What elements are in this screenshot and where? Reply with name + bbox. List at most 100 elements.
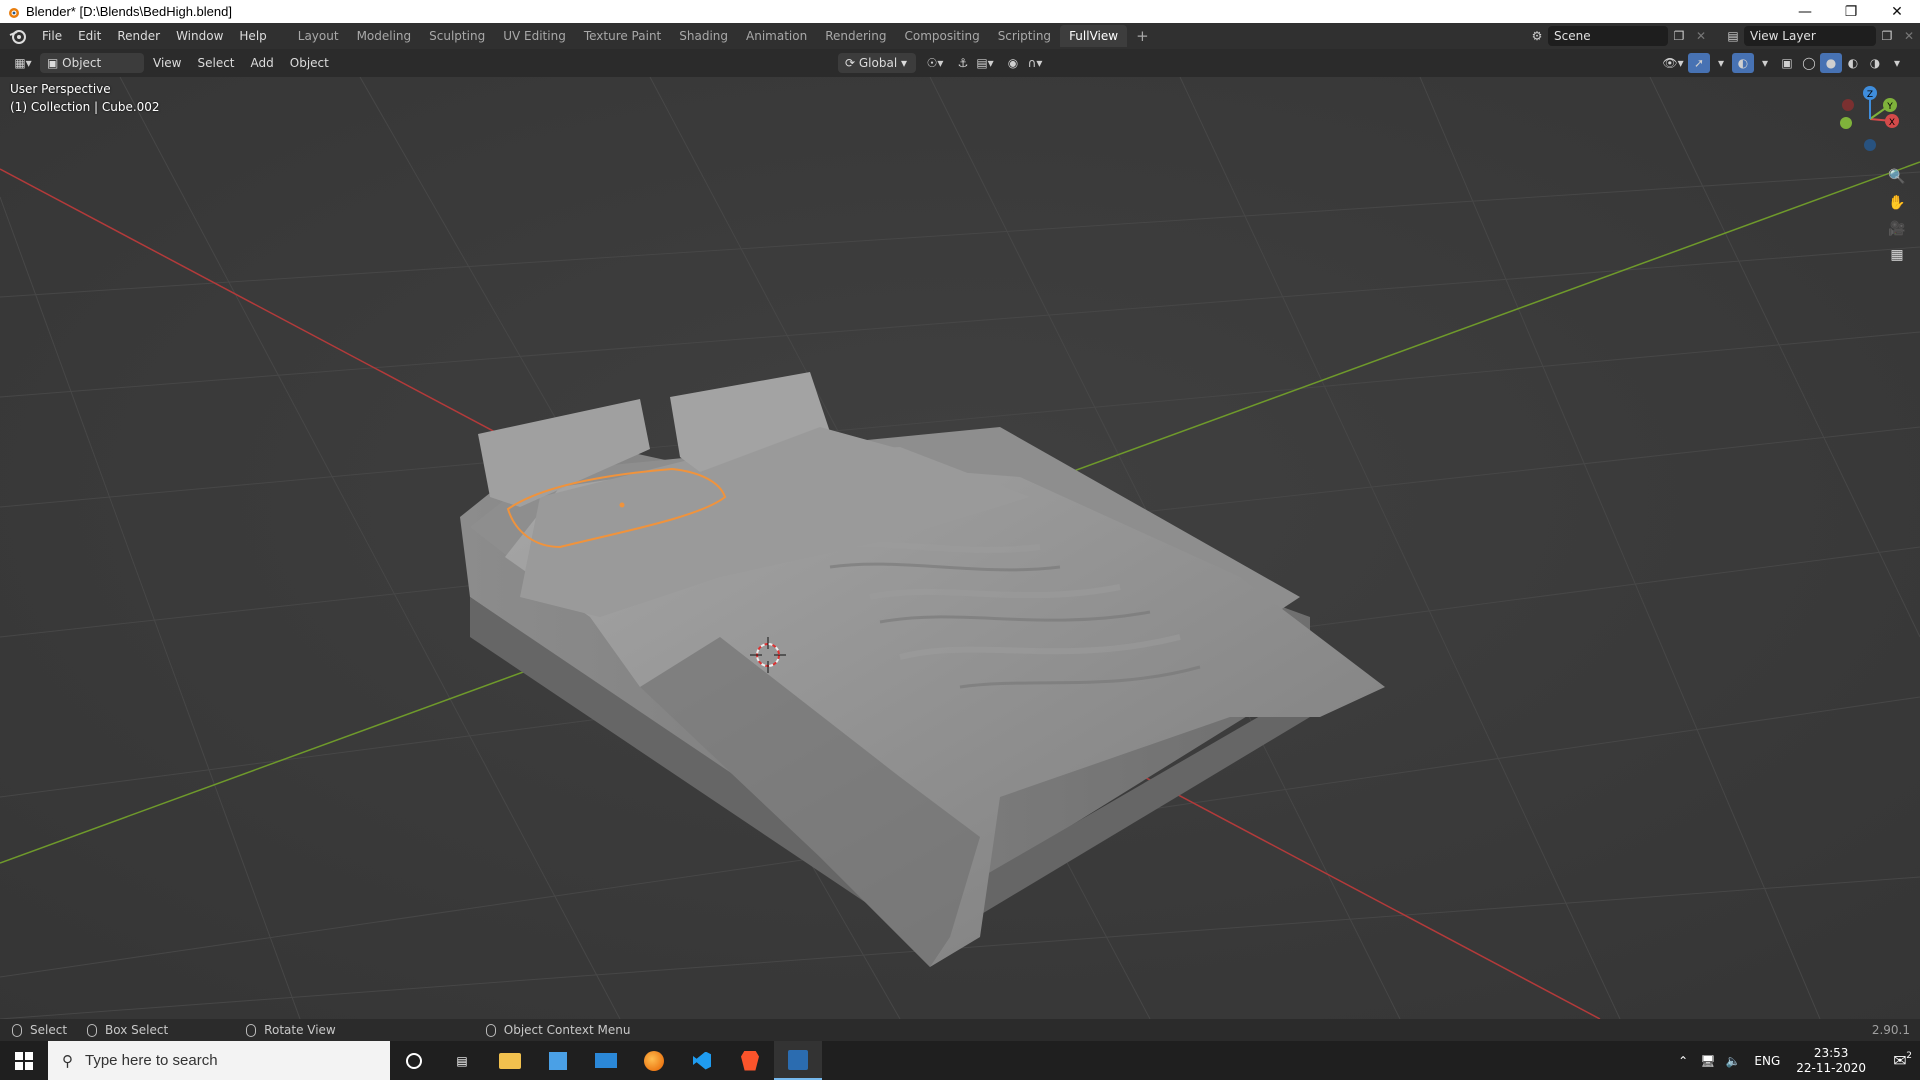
workspace-tab-uv-editing[interactable]: UV Editing — [494, 25, 575, 47]
transform-orientation-dropdown[interactable]: ⟳ Global ▾ — [838, 53, 916, 73]
viewport-menu-select[interactable]: Select — [190, 53, 241, 73]
status-select-label: Select — [30, 1023, 68, 1037]
scene-selector-icon[interactable]: ⚙ — [1526, 26, 1548, 46]
menu-window[interactable]: Window — [168, 25, 231, 47]
gizmo-y-label: Y — [1886, 102, 1893, 112]
workspace-tab-texture-paint[interactable]: Texture Paint — [575, 25, 670, 47]
restore-button[interactable]: ❐ — [1828, 0, 1874, 23]
overlays-toggle-icon[interactable]: ◐ — [1732, 53, 1754, 73]
task-view-button[interactable]: ▤ — [438, 1041, 486, 1080]
transform-orientation-label: Global — [858, 56, 898, 70]
viewport-menu-view[interactable]: View — [146, 53, 188, 73]
delete-view-layer-icon[interactable]: ✕ — [1898, 26, 1920, 46]
blender-icon — [788, 1049, 808, 1070]
close-button[interactable]: ✕ — [1874, 0, 1920, 23]
grid-view-icon[interactable]: ▦ — [1890, 247, 1903, 263]
system-tray: ⌃ 🖥 🔈 ENG 23:53 22-11-2020 ✉ 2 — [1678, 1041, 1920, 1080]
menu-edit[interactable]: Edit — [70, 25, 109, 47]
folder-icon — [499, 1052, 521, 1069]
viewport-scene — [0, 77, 1920, 1019]
action-center-button[interactable]: ✉ 2 — [1880, 1041, 1920, 1080]
pivot-point-icon[interactable]: ☉▾ — [924, 53, 946, 73]
menu-render[interactable]: Render — [109, 25, 168, 47]
overlays-settings-icon[interactable]: ▾ — [1754, 53, 1776, 73]
status-rotate-view-label: Rotate View — [264, 1023, 336, 1037]
workspace-tab-layout[interactable]: Layout — [289, 25, 348, 47]
proportional-edit-icon[interactable]: ◉ — [1002, 53, 1024, 73]
vscode-icon — [693, 1051, 711, 1070]
mouse-drag-icon — [87, 1023, 98, 1037]
volume-icon[interactable]: 🔈 — [1725, 1054, 1740, 1068]
show-hidden-icons-chevron-icon[interactable]: ⌃ — [1678, 1054, 1688, 1068]
blender-version: 2.90.1 — [1871, 1023, 1910, 1037]
menu-file[interactable]: File — [34, 25, 70, 47]
workspace-tab-animation[interactable]: Animation — [737, 25, 816, 47]
viewport-header: ▦▾ ▣ Object Mode ▾ View Select Add Objec… — [0, 49, 1920, 90]
status-select: Select — [12, 1023, 67, 1037]
view-layer-icon[interactable]: ▤ — [1722, 26, 1744, 46]
menu-help[interactable]: Help — [231, 25, 274, 47]
gizmo-toggle-icon[interactable]: ➚ — [1688, 53, 1710, 73]
window-title: Blender* [D:\Blends\BedHigh.blend] — [26, 4, 232, 19]
wireframe-shading-icon[interactable]: ◯ — [1798, 53, 1820, 73]
workspace-tab-rendering[interactable]: Rendering — [816, 25, 895, 47]
navigation-gizmo[interactable]: X Y Z — [1830, 83, 1914, 163]
status-box-select-label: Box Select — [105, 1023, 169, 1037]
windows-start-button[interactable] — [0, 1041, 48, 1080]
blender-taskbar-app[interactable] — [774, 1041, 822, 1080]
rendered-shading-icon[interactable]: ◑ — [1864, 53, 1886, 73]
new-view-layer-icon[interactable]: ❐ — [1876, 26, 1898, 46]
snap-toggle-icon[interactable]: ⚓ — [952, 53, 974, 73]
zoom-icon[interactable]: 🔍 — [1888, 169, 1905, 185]
view-layer-field[interactable]: View Layer — [1744, 26, 1876, 46]
viewport-menu-add[interactable]: Add — [244, 53, 281, 73]
network-icon[interactable]: 🖥 — [1700, 1054, 1715, 1068]
camera-view-icon[interactable]: 🎥 — [1888, 221, 1905, 237]
workspace-tab-modeling[interactable]: Modeling — [348, 25, 421, 47]
language-indicator[interactable]: ENG — [1754, 1054, 1780, 1068]
3d-viewport[interactable]: User Perspective (1) Collection | Cube.0… — [0, 77, 1920, 1019]
visibility-icon[interactable]: 👁▾ — [1662, 53, 1684, 73]
delete-scene-icon[interactable]: ✕ — [1690, 26, 1712, 46]
gizmo-x-label: X — [1889, 118, 1895, 128]
object-mode-dropdown[interactable]: ▣ Object Mode ▾ — [40, 53, 144, 90]
falloff-icon[interactable]: ∩▾ — [1024, 53, 1046, 73]
workspace-tab-sculpting[interactable]: Sculpting — [420, 25, 494, 47]
taskbar-search-box[interactable]: ⚲ Type here to search — [48, 1041, 390, 1080]
active-collection-label: (1) Collection | Cube.002 — [10, 100, 160, 114]
workspace-tab-scripting[interactable]: Scripting — [989, 25, 1060, 47]
viewport-menu-object[interactable]: Object — [283, 53, 336, 73]
minimize-button[interactable]: — — [1782, 0, 1828, 23]
workspace-tab-compositing[interactable]: Compositing — [895, 25, 988, 47]
workspace-tab-shading[interactable]: Shading — [670, 25, 737, 47]
blender-menu-icon[interactable] — [8, 26, 28, 46]
workspace-tab-fullview[interactable]: FullView — [1060, 25, 1128, 47]
search-icon: ⚲ — [62, 1052, 73, 1070]
solid-shading-icon[interactable]: ● — [1820, 53, 1842, 73]
file-explorer-taskbar-app[interactable] — [486, 1041, 534, 1080]
brave-taskbar-app[interactable] — [726, 1041, 774, 1080]
gizmo-settings-icon[interactable]: ▾ — [1710, 53, 1732, 73]
firefox-taskbar-app[interactable] — [630, 1041, 678, 1080]
status-context-menu-label: Object Context Menu — [503, 1023, 631, 1037]
shading-options-icon[interactable]: ▾ — [1886, 53, 1908, 73]
cortana-button[interactable] — [390, 1041, 438, 1080]
mail-envelope-icon — [595, 1053, 617, 1068]
status-context-menu: Object Context Menu — [485, 1023, 631, 1037]
snap-settings-icon[interactable]: ▤▾ — [974, 53, 996, 73]
search-placeholder: Type here to search — [85, 1052, 218, 1069]
clock[interactable]: 23:53 22-11-2020 — [1796, 1046, 1866, 1076]
pan-hand-icon[interactable]: ✋ — [1888, 195, 1905, 211]
clock-date: 22-11-2020 — [1796, 1060, 1866, 1075]
add-workspace-button[interactable]: + — [1127, 25, 1158, 47]
mail-taskbar-app[interactable] — [582, 1041, 630, 1080]
material-preview-icon[interactable]: ◐ — [1842, 53, 1864, 73]
store-taskbar-app[interactable] — [534, 1041, 582, 1080]
selected-object-origin — [619, 502, 625, 508]
windows-logo-icon — [15, 1051, 33, 1070]
vscode-taskbar-app[interactable] — [678, 1041, 726, 1080]
editor-type-icon[interactable]: ▦▾ — [8, 53, 38, 73]
xray-toggle-icon[interactable]: ▣ — [1776, 53, 1798, 73]
new-scene-icon[interactable]: ❐ — [1668, 26, 1690, 46]
scene-name-field[interactable]: Scene — [1548, 26, 1668, 46]
